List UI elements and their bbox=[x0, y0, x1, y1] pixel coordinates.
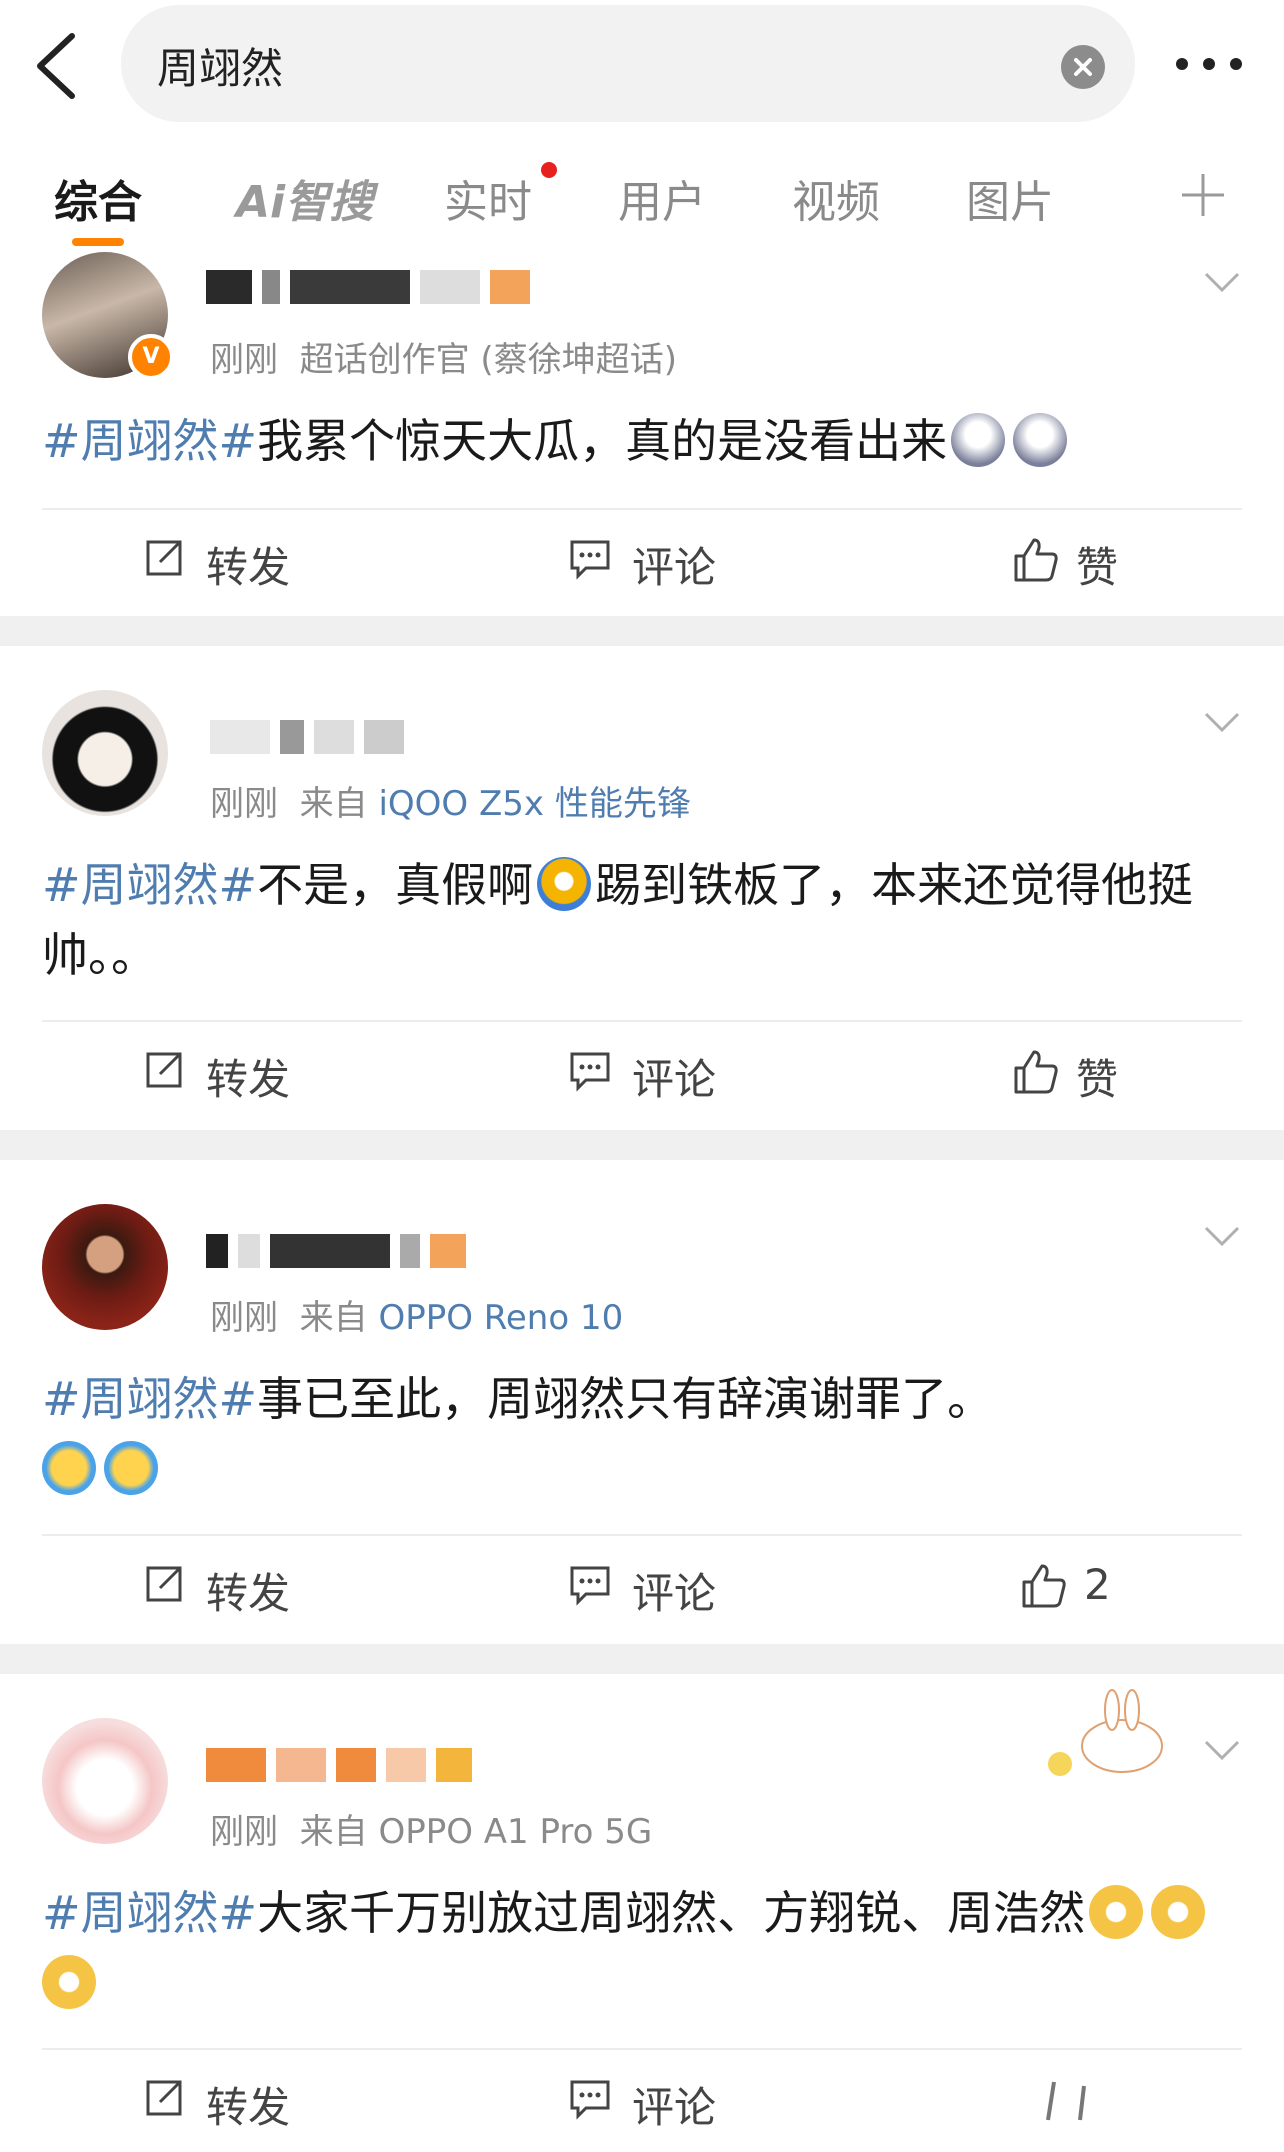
grin-emoji-icon bbox=[1089, 1885, 1144, 1939]
action-bar: 转发 评论 赞 bbox=[0, 1024, 1284, 1124]
crying-emoji-icon bbox=[104, 1441, 158, 1495]
post-time: 刚刚 bbox=[210, 784, 278, 824]
post-separator bbox=[0, 616, 1284, 646]
post-meta-extra: 来自 bbox=[299, 1298, 368, 1338]
username-blurred[interactable] bbox=[206, 1748, 482, 1782]
repost-icon bbox=[146, 1052, 182, 1088]
post-meta-extra: 来自 bbox=[299, 784, 368, 824]
chevron-down-icon[interactable] bbox=[1202, 1738, 1242, 1762]
post-source[interactable]: OPPO A1 Pro 5G bbox=[378, 1812, 652, 1852]
post-text: #周翊然#大家千万别放过周翊然、方翔锐、周浩然 bbox=[42, 1878, 1242, 2018]
husky-emoji-icon bbox=[1013, 413, 1068, 467]
avatar[interactable] bbox=[42, 1718, 168, 1844]
post-time: 刚刚 bbox=[210, 1812, 278, 1852]
action-bar: 转发 评论 赞 bbox=[0, 512, 1284, 612]
comment-icon bbox=[570, 540, 610, 580]
hashtag-link[interactable]: #周翊然# bbox=[42, 1886, 257, 1940]
avatar[interactable] bbox=[42, 1204, 168, 1330]
chevron-down-icon[interactable] bbox=[1202, 1224, 1242, 1248]
comment-icon bbox=[570, 1052, 610, 1092]
notification-dot bbox=[541, 162, 557, 178]
post-text: #周翊然#我累个惊天大瓜，真的是没看出来 bbox=[42, 406, 1242, 476]
divider bbox=[42, 1534, 1242, 1536]
watermark-icon bbox=[1046, 2081, 1086, 2121]
like-count: 2 bbox=[1084, 1560, 1111, 1609]
username-blurred[interactable] bbox=[206, 1234, 476, 1268]
search-box[interactable]: 周翊然 bbox=[121, 5, 1135, 122]
crying-emoji-icon bbox=[42, 1441, 96, 1495]
post-body: 我累个惊天大瓜，真的是没看出来 bbox=[257, 414, 948, 468]
post-card: V 刚刚 超话创作官 (蔡徐坤超话) #周翊然#我累个惊天大瓜，真的是没看出来 … bbox=[0, 246, 1284, 616]
repost-icon bbox=[146, 540, 182, 576]
post-meta: 刚刚 来自 OPPO A1 Pro 5G bbox=[210, 1804, 652, 1853]
plus-icon[interactable] bbox=[1178, 170, 1228, 220]
post-separator bbox=[0, 1130, 1284, 1160]
top-bar: 周翊然 bbox=[0, 0, 1284, 140]
post-body-a: 不是，真假啊 bbox=[257, 858, 534, 912]
post-source[interactable]: OPPO Reno 10 bbox=[378, 1298, 623, 1338]
username-blurred[interactable] bbox=[206, 270, 540, 304]
thumbs-up-icon bbox=[1014, 1050, 1058, 1094]
post-meta: 刚刚 超话创作官 (蔡徐坤超话) bbox=[210, 332, 677, 381]
post-text: #周翊然#事已至此，周翊然只有辞演谢罪了。 bbox=[42, 1364, 1242, 1504]
post-body: 事已至此，周翊然只有辞演谢罪了。 bbox=[257, 1372, 994, 1426]
active-tab-indicator bbox=[72, 238, 124, 246]
divider bbox=[42, 2048, 1242, 2050]
chevron-down-icon[interactable] bbox=[1202, 710, 1242, 734]
post-card: 刚刚 来自 iQOO Z5x 性能先锋 #周翊然#不是，真假啊 踢到铁板了，本来还… bbox=[0, 646, 1284, 1130]
grin-emoji-icon bbox=[42, 1955, 96, 2009]
verified-badge-icon: V bbox=[128, 334, 174, 380]
action-bar: 转发 评论 2 bbox=[0, 1538, 1284, 1638]
post-meta: 刚刚 来自 OPPO Reno 10 bbox=[210, 1290, 623, 1339]
tab-realtime[interactable]: 实时 bbox=[444, 166, 532, 230]
search-query[interactable]: 周翊然 bbox=[157, 35, 283, 96]
bunny-decoration-icon bbox=[1048, 1689, 1163, 1776]
repost-icon bbox=[146, 2080, 182, 2116]
tab-images[interactable]: 图片 bbox=[966, 166, 1054, 230]
post-card: 刚刚 来自 OPPO Reno 10 #周翊然#事已至此，周翊然只有辞演谢罪了。… bbox=[0, 1160, 1284, 1644]
tab-ai-search[interactable]: Ai智搜 bbox=[236, 166, 373, 230]
scream-emoji-icon bbox=[537, 857, 592, 911]
post-card: 刚刚 来自 OPPO A1 Pro 5G #周翊然#大家千万别放过周翊然、方翔锐… bbox=[0, 1674, 1284, 2147]
hashtag-link[interactable]: #周翊然# bbox=[42, 414, 257, 468]
post-time: 刚刚 bbox=[210, 1298, 278, 1338]
post-meta: 刚刚 来自 iQOO Z5x 性能先锋 bbox=[210, 776, 691, 825]
post-body: 大家千万别放过周翊然、方翔锐、周浩然 bbox=[257, 1886, 1086, 1940]
divider bbox=[42, 1020, 1242, 1022]
tab-video[interactable]: 视频 bbox=[792, 166, 880, 230]
post-separator bbox=[0, 1644, 1284, 1674]
post-source[interactable]: iQOO Z5x 性能先锋 bbox=[378, 784, 690, 824]
back-arrow-icon[interactable] bbox=[28, 28, 84, 104]
comment-icon bbox=[570, 2080, 610, 2120]
hashtag-link[interactable]: #周翊然# bbox=[42, 858, 257, 912]
post-time: 刚刚 bbox=[210, 340, 278, 380]
more-icon[interactable] bbox=[1174, 52, 1244, 76]
chevron-down-icon[interactable] bbox=[1202, 270, 1242, 294]
divider bbox=[42, 508, 1242, 510]
tab-comprehensive[interactable]: 综合 bbox=[54, 166, 142, 230]
search-tabs: 综合 Ai智搜 实时 用户 视频 图片 bbox=[0, 150, 1284, 246]
post-text: #周翊然#不是，真假啊 踢到铁板了，本来还觉得他挺帅。。 bbox=[42, 850, 1242, 990]
grin-emoji-icon bbox=[1151, 1885, 1206, 1939]
post-meta-extra: 来自 bbox=[299, 1812, 368, 1852]
husky-emoji-icon bbox=[951, 413, 1006, 467]
tab-users[interactable]: 用户 bbox=[618, 166, 706, 230]
comment-icon bbox=[570, 1566, 610, 1606]
thumbs-up-icon bbox=[1014, 538, 1058, 582]
avatar[interactable] bbox=[42, 690, 168, 816]
post-meta-extra: 超话创作官 (蔡徐坤超话) bbox=[299, 340, 677, 380]
hashtag-link[interactable]: #周翊然# bbox=[42, 1372, 257, 1426]
thumbs-up-icon bbox=[1022, 1564, 1066, 1608]
repost-icon bbox=[146, 1566, 182, 1602]
username-blurred[interactable] bbox=[210, 720, 414, 754]
action-bar: 转发 评论 bbox=[0, 2052, 1284, 2152]
clear-icon[interactable] bbox=[1061, 45, 1105, 89]
